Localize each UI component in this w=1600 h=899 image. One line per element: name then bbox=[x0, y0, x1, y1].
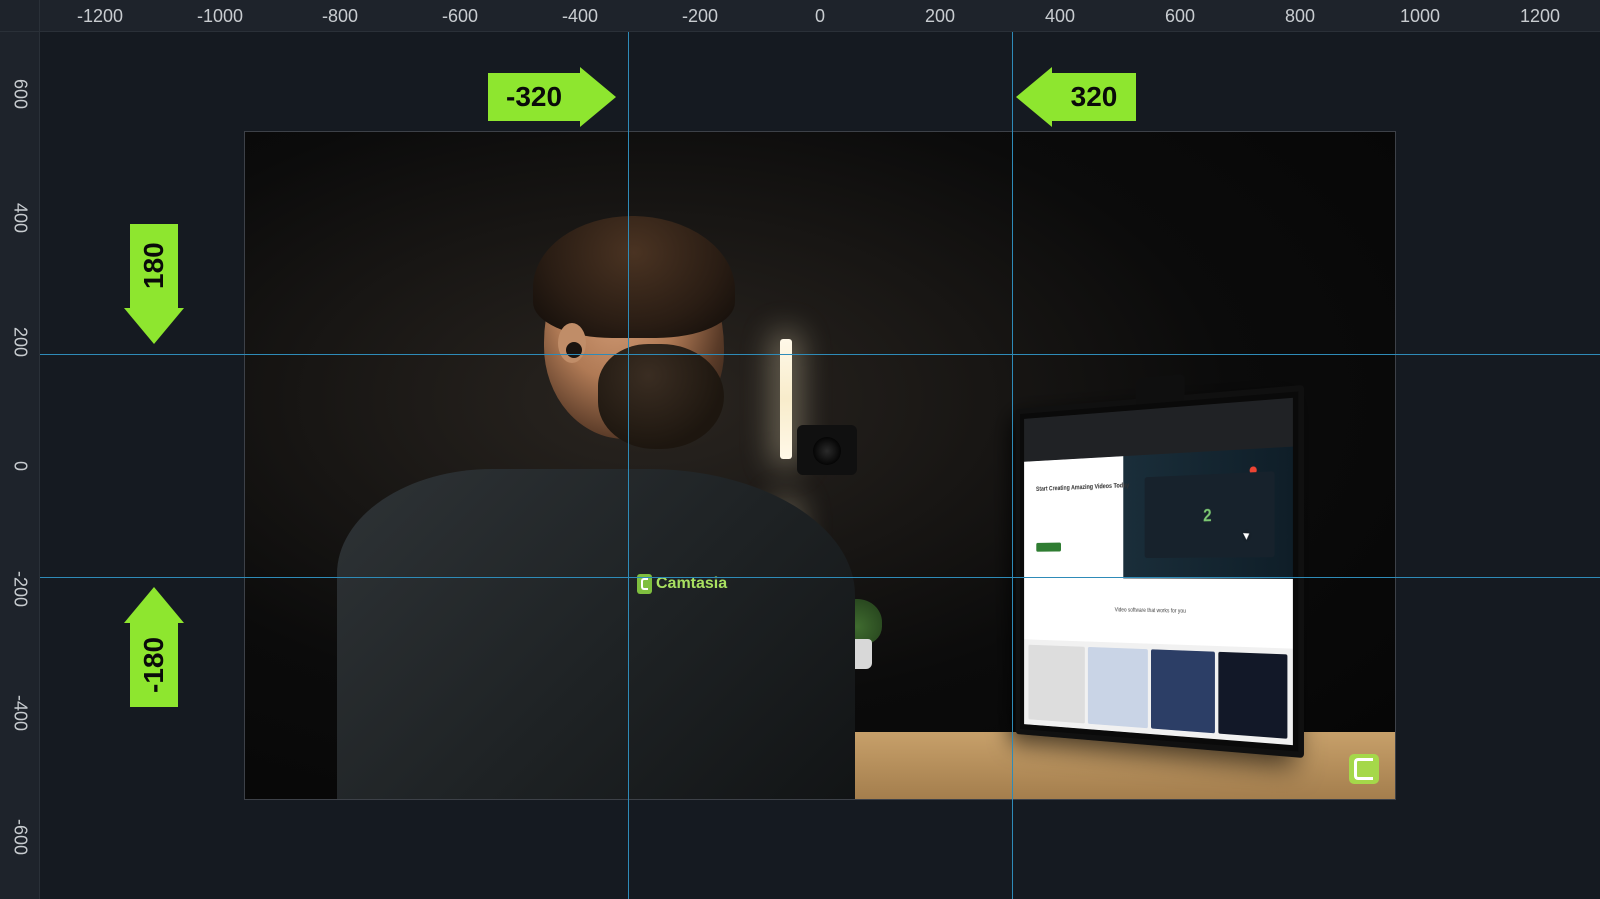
guide-horizontal[interactable] bbox=[40, 577, 1600, 578]
ruler-v-tick: 200 bbox=[0, 327, 40, 357]
guide-label-top-horizontal[interactable]: 180 bbox=[124, 224, 184, 344]
ruler-h-tick: 400 bbox=[1045, 0, 1075, 32]
person-torso bbox=[337, 469, 855, 800]
guide-label-value: 320 bbox=[1052, 73, 1136, 121]
guide-vertical[interactable] bbox=[1012, 32, 1013, 899]
person: Camtasia bbox=[337, 199, 855, 799]
editor-stage: -1200 -1000 -800 -600 -400 -200 0 200 400 600 800 1… bbox=[0, 0, 1600, 899]
hero-cta-button bbox=[1036, 543, 1061, 552]
person-head bbox=[544, 229, 724, 439]
canvas-area[interactable]: Camtasia Start Creating Amazing Vi bbox=[40, 32, 1600, 899]
shirt-logo: Camtasia bbox=[637, 571, 727, 597]
ruler-v-tick: 400 bbox=[0, 203, 40, 233]
ruler-h-tick: 1200 bbox=[1520, 0, 1560, 32]
ruler-h-tick: 800 bbox=[1285, 0, 1315, 32]
ruler-v-tick: -600 bbox=[0, 819, 40, 855]
guide-label-value: -180 bbox=[130, 623, 178, 707]
ruler-h-tick: 1000 bbox=[1400, 0, 1440, 32]
ruler-h-tick: 200 bbox=[925, 0, 955, 32]
ruler-h-tick: -200 bbox=[682, 0, 718, 32]
hero-screenshot: 2 bbox=[1144, 472, 1274, 559]
arrow-up-icon bbox=[124, 587, 184, 623]
video-content: Camtasia Start Creating Amazing Vi bbox=[245, 132, 1395, 799]
ruler-v-tick: -400 bbox=[0, 695, 40, 731]
ruler-h-tick: 0 bbox=[815, 0, 825, 32]
ruler-h-tick: -400 bbox=[562, 0, 598, 32]
site-thumbnails bbox=[1024, 639, 1292, 746]
site-mid-heading: Video software that works for you bbox=[1024, 578, 1292, 648]
monitor: Start Creating Amazing Videos Today 2 Vi… bbox=[1015, 385, 1303, 758]
camtasia-logo-icon bbox=[1349, 754, 1379, 784]
ruler-h-tick: -600 bbox=[442, 0, 478, 32]
arrow-left-icon bbox=[1016, 67, 1052, 127]
guide-vertical[interactable] bbox=[628, 32, 629, 899]
monitor-screen: Start Creating Amazing Videos Today 2 Vi… bbox=[1024, 398, 1292, 746]
guide-horizontal[interactable] bbox=[40, 354, 1600, 355]
arrow-down-icon bbox=[124, 308, 184, 344]
ruler-h-tick: -1000 bbox=[197, 0, 243, 32]
ruler-v-tick: 0 bbox=[0, 460, 40, 470]
ruler-horizontal[interactable]: -1200 -1000 -800 -600 -400 -200 0 200 400 600 800 1… bbox=[40, 0, 1600, 32]
video-frame[interactable]: Camtasia Start Creating Amazing Vi bbox=[244, 131, 1396, 800]
ruler-v-tick: 600 bbox=[0, 79, 40, 109]
hero-title: Start Creating Amazing Videos Today bbox=[1036, 483, 1129, 494]
ruler-v-tick: -200 bbox=[0, 571, 40, 607]
ruler-corner bbox=[0, 0, 40, 32]
guide-label-value: -320 bbox=[488, 73, 580, 121]
guide-label-bottom-horizontal[interactable]: -180 bbox=[124, 587, 184, 707]
ruler-h-tick: -1200 bbox=[77, 0, 123, 32]
webcam bbox=[1135, 375, 1184, 405]
site-hero: Start Creating Amazing Videos Today 2 bbox=[1024, 447, 1292, 579]
guide-label-right-vertical[interactable]: 320 bbox=[1016, 67, 1136, 127]
ruler-h-tick: -800 bbox=[322, 0, 358, 32]
arrow-right-icon bbox=[580, 67, 616, 127]
guide-label-value: 180 bbox=[130, 224, 178, 308]
guide-label-left-vertical[interactable]: -320 bbox=[488, 67, 616, 127]
countdown-value: 2 bbox=[1144, 472, 1274, 559]
ruler-h-tick: 600 bbox=[1165, 0, 1195, 32]
ruler-vertical[interactable]: 600 400 200 0 -200 -400 -600 bbox=[0, 32, 40, 899]
